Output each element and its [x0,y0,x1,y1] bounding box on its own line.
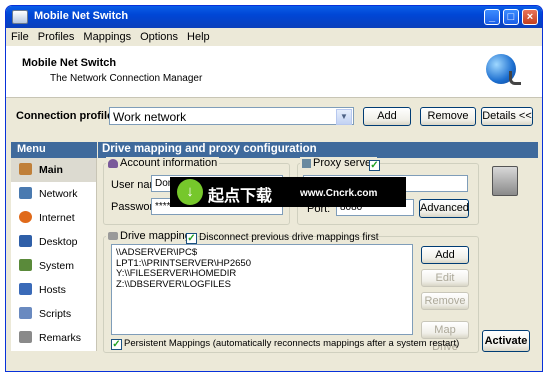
app-icon [12,10,28,24]
persistent-label: Persistent Mappings (automatically recon… [124,338,460,349]
sidebar-item-label: Hosts [39,284,66,296]
sidebar-item-main[interactable]: Main [11,158,96,182]
title-bar[interactable]: Mobile Net Switch _ □ × [6,6,542,28]
advanced-button[interactable]: Advanced [419,199,469,218]
profile-label: Connection profile: [16,110,117,122]
download-icon: ↓ [177,179,203,205]
header-title: Mobile Net Switch [22,57,117,69]
sidebar-item-label: Network [39,188,78,200]
account-legend-text: Account information [120,157,218,169]
remarks-icon [19,331,32,343]
details-button[interactable]: Details << [481,107,533,126]
menu-options[interactable]: Options [135,28,182,43]
users-icon [108,158,118,168]
disconnect-checkbox[interactable]: ✓ [186,233,197,244]
sidebar: Main Network Internet Desktop System Hos… [11,158,97,351]
sidebar-item-label: Scripts [39,308,72,320]
menu-help[interactable]: Help [182,28,214,43]
add-drive-button[interactable]: Add [421,246,469,264]
activate-button[interactable]: Activate [482,330,530,352]
profile-select-value: Work network [113,110,187,124]
sidebar-item-remarks[interactable]: Remarks [11,326,96,350]
maximize-icon[interactable]: □ [503,9,519,25]
chevron-down-icon[interactable]: ▼ [336,109,352,125]
disconnect-label: Disconnect previous drive mappings first [199,232,379,243]
network-icon [19,187,32,199]
main-window: Mobile Net Switch _ □ × File Profiles Mapp… [5,5,543,372]
scripts-icon [19,307,32,319]
sidebar-item-system[interactable]: System [11,254,96,278]
sidebar-item-label: Desktop [39,236,78,248]
list-item[interactable]: Z:\\DBSERVER\LOGFILES [116,279,412,291]
close-icon[interactable]: × [522,9,538,25]
add-profile-button[interactable]: Add [363,107,411,126]
system-icon [19,259,32,271]
watermark-url: www.Cncrk.com [300,188,378,199]
account-legend: Account information [106,157,220,169]
drive-legend: Drive mappings [106,230,199,242]
sidebar-item-label: Remarks [39,332,82,344]
profile-select[interactable]: Work network ▼ [109,107,354,125]
sidebar-item-desktop[interactable]: Desktop [11,230,96,254]
sidebar-item-scripts[interactable]: Scripts [11,302,96,326]
menu-profiles[interactable]: Profiles [33,28,79,43]
proxy-icon [302,158,311,168]
list-item[interactable]: \\ADSERVER\IPC$ [116,247,412,259]
sidebar-item-label: Internet [39,212,75,224]
edit-drive-button[interactable]: Edit [421,269,469,287]
sidebar-item-internet[interactable]: Internet [11,206,96,230]
menu-file[interactable]: File [6,28,33,43]
sidebar-item-hosts[interactable]: Hosts [11,278,96,302]
device-icon [492,166,518,196]
persistent-checkbox[interactable]: ✓ [111,339,122,350]
drive-legend-text: Drive mappings [120,230,197,242]
window-title: Mobile Net Switch [34,10,129,22]
header-subtitle: The Network Connection Manager [50,73,203,84]
watermark-text: 起点下载 [208,188,273,205]
sidebar-item-label: System [39,260,75,272]
proxy-legend-text: Proxy server [313,157,375,169]
cable-icon [509,71,521,85]
content-header: Drive mapping and proxy configuration [98,142,538,158]
hosts-icon [19,283,32,295]
app-header: Mobile Net Switch The Network Connection… [6,46,542,98]
menu-bar: File Profiles Mappings Options Help [6,28,542,46]
remove-profile-button[interactable]: Remove [420,107,476,126]
menu-mappings[interactable]: Mappings [78,28,135,43]
sidebar-item-network[interactable]: Network [11,182,96,206]
list-item[interactable]: Y:\\FILESERVER\HOMEDIR [116,268,412,280]
drive-list[interactable]: \\ADSERVER\IPC$ LPT1:\\PRINTSERVER\HP265… [111,244,413,335]
sidebar-header: Menu [11,142,97,158]
home-icon [19,163,32,175]
proxy-legend: Proxy server [300,157,377,169]
drive-icon [108,232,118,241]
proxy-checkbox[interactable]: ✓ [369,160,380,171]
desktop-icon [19,235,32,247]
firefox-icon [19,211,32,223]
minimize-icon[interactable]: _ [484,9,500,25]
sidebar-item-label: Main [39,164,63,176]
map-drive-button[interactable]: Map Drive [421,321,469,353]
remove-drive-button[interactable]: Remove [421,292,469,310]
